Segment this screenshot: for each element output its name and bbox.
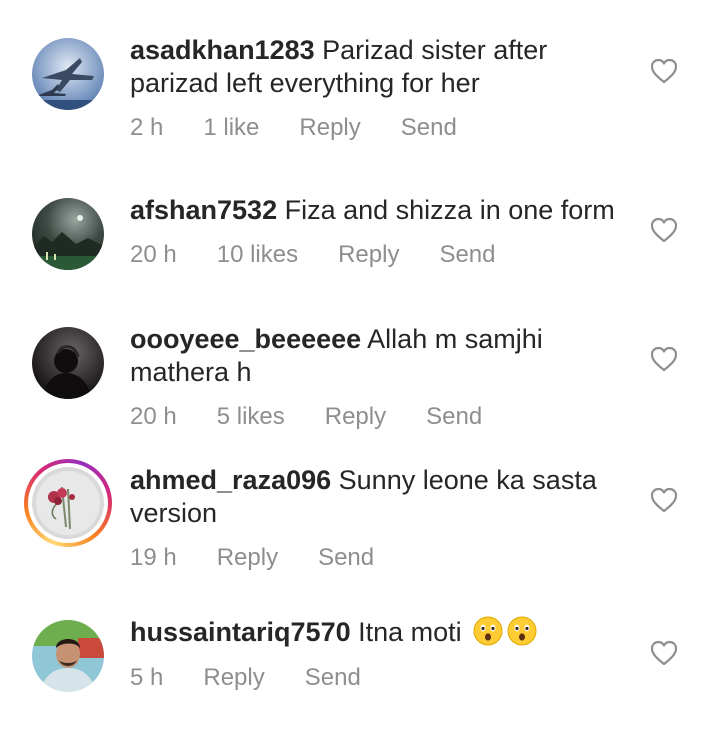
reply-button[interactable]: Reply [338, 241, 399, 269]
comment-text-block: afshan7532 Fiza and shizza in one form [130, 194, 630, 227]
comment-username[interactable]: oooyeee_beeeeee [130, 324, 361, 354]
astonished-face-emoji-icon [473, 616, 503, 646]
avatar-photo-night-landscape [32, 198, 104, 270]
comment-username[interactable]: afshan7532 [130, 195, 277, 225]
comment-username[interactable]: ahmed_raza096 [130, 465, 331, 495]
avatar[interactable] [32, 38, 104, 110]
send-button[interactable]: Send [401, 114, 457, 142]
comment-username[interactable]: asadkhan1283 [130, 35, 315, 65]
heart-icon[interactable] [650, 640, 678, 666]
comment-text-block: oooyeee_beeeeee Allah m samjhi mathera h [130, 323, 630, 389]
comment-meta: 2 h 1 like Reply Send [130, 114, 497, 142]
send-button[interactable]: Send [426, 403, 482, 431]
send-button[interactable]: Send [305, 664, 361, 692]
reply-button[interactable]: Reply [203, 664, 264, 692]
comment-meta: 20 h 10 likes Reply Send [130, 241, 536, 269]
heart-icon[interactable] [650, 217, 678, 243]
send-button[interactable]: Send [318, 544, 374, 572]
comment-text-block: hussaintariq7570 Itna moti [130, 616, 630, 649]
avatar[interactable] [32, 620, 104, 692]
avatar-story-ring[interactable] [24, 459, 112, 547]
comment-time: 19 h [130, 544, 177, 571]
astonished-face-emoji-icon [507, 616, 537, 646]
comment-text-block: asadkhan1283 Parizad sister after pariza… [130, 34, 630, 100]
heart-icon[interactable] [650, 346, 678, 372]
avatar-photo-dark-silhouette [32, 327, 104, 399]
avatar-photo-man-selfie [32, 620, 104, 692]
comment-likes-link[interactable]: 5 likes [217, 403, 285, 431]
reply-button[interactable]: Reply [217, 544, 278, 572]
comment-time: 20 h [130, 403, 177, 430]
heart-icon[interactable] [650, 487, 678, 513]
reply-button[interactable]: Reply [325, 403, 386, 431]
heart-icon[interactable] [650, 58, 678, 84]
comment-meta: 20 h 5 likes Reply Send [130, 403, 522, 431]
comment-text: Itna moti [358, 617, 462, 647]
avatar-photo-jet-fighters [32, 38, 104, 110]
comment-time: 20 h [130, 241, 177, 268]
comment-text-block: ahmed_raza096 Sunny leone ka sasta versi… [130, 464, 630, 530]
comment-time: 2 h [130, 114, 164, 141]
comment-likes-link[interactable]: 1 like [203, 114, 259, 142]
comment-time: 5 h [130, 664, 164, 691]
avatar[interactable] [32, 198, 104, 270]
comment-username[interactable]: hussaintariq7570 [130, 617, 351, 647]
send-button[interactable]: Send [439, 241, 495, 269]
reply-button[interactable]: Reply [299, 114, 360, 142]
comment-meta: 19 h Reply Send [130, 544, 414, 572]
comment-text: Fiza and shizza in one form [284, 195, 615, 225]
avatar-photo-roses [32, 467, 104, 539]
avatar[interactable] [32, 327, 104, 399]
comment-meta: 5 h Reply Send [130, 664, 401, 692]
comment-likes-link[interactable]: 10 likes [217, 241, 298, 269]
